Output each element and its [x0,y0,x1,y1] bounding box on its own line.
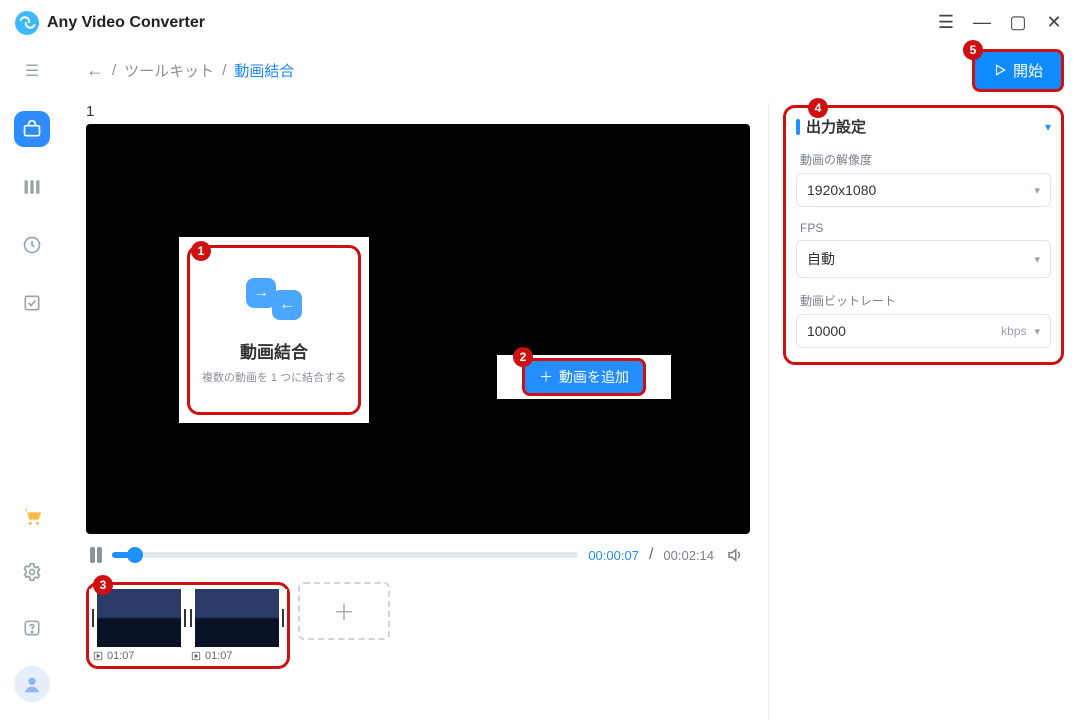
chevron-down-icon: ▾ [1034,184,1040,197]
clip-duration: 01:07 [107,650,135,662]
close-icon[interactable]: ✕ [1043,12,1065,34]
back-icon[interactable]: ← [86,60,104,81]
output-settings-title: 出力設定 [796,116,866,137]
cart-icon[interactable] [14,498,50,534]
chevron-down-icon: ▾ [1034,325,1040,338]
time-current: 00:00:07 [588,548,639,563]
video-preview: 1 → ← 動画結合 複数の動画を 1 つに結合する 2 [86,124,750,534]
pause-button[interactable] [90,547,102,563]
play-icon [993,63,1007,77]
clip-item[interactable]: 01:07 [93,589,185,662]
bitrate-dropdown[interactable]: 10000 kbps ▾ [796,314,1051,348]
app-logo-icon [15,11,39,35]
menu-icon[interactable]: ☰ [935,12,957,34]
annotation-badge-1: 1 [191,241,211,261]
player-controls: 00:00:07 / 00:02:14 [86,534,750,576]
clip-thumbnail[interactable] [191,589,283,647]
bitrate-label: 動画ビットレート [800,292,1051,309]
add-video-button[interactable]: 2 ＋ 動画を追加 [522,358,646,396]
collapse-icon[interactable]: ▾ [1045,120,1051,134]
breadcrumb-current: 動画結合 [234,60,294,81]
sidebar-item-history[interactable] [14,227,50,263]
fps-label: FPS [800,221,1051,235]
time-total: 00:02:14 [663,548,714,563]
help-icon[interactable] [14,610,50,646]
play-small-icon [93,651,103,661]
merge-icon: → ← [244,276,304,324]
breadcrumb: ← / ツールキット / 動画結合 [86,60,294,81]
hamburger-icon[interactable]: ☰ [14,53,50,89]
annotation-badge-2: 2 [513,347,533,367]
clip-group: 3 01:07 01:07 [86,582,290,669]
chevron-down-icon: ▾ [1034,253,1040,266]
resolution-label: 動画の解像度 [800,151,1051,168]
volume-icon[interactable] [724,544,746,566]
maximize-icon[interactable]: ▢ [1007,12,1029,34]
annotation-badge-4: 4 [808,98,828,118]
seek-slider[interactable] [112,552,578,558]
fps-dropdown[interactable]: 自動 ▾ [796,240,1051,278]
add-clip-tile[interactable]: ＋ [298,582,390,640]
start-button[interactable]: 5 開始 [972,49,1064,92]
sidebar-item-library[interactable] [14,169,50,205]
output-settings-panel: 4 出力設定 ▾ 動画の解像度 1920x1080 ▾ FPS [783,105,1064,365]
clip-duration: 01:07 [205,650,233,662]
play-small-icon [191,651,201,661]
breadcrumb-parent[interactable]: ツールキット [124,60,214,81]
resolution-dropdown[interactable]: 1920x1080 ▾ [796,173,1051,207]
sidebar-item-tasks[interactable] [14,285,50,321]
minimize-icon[interactable]: — [971,12,993,34]
annotation-badge-3: 3 [93,575,113,595]
annotation-badge-5: 5 [963,40,983,60]
clip-item[interactable]: 01:07 [191,589,283,662]
video-index-label: 1 [86,103,750,120]
sidebar-item-toolkit[interactable] [14,111,50,147]
settings-icon[interactable] [14,554,50,590]
add-video-wrap: 2 ＋ 動画を追加 [494,352,674,402]
clip-thumbnail[interactable] [93,589,185,647]
plus-icon: ＋ [539,367,553,387]
app-title: Any Video Converter [47,14,205,32]
titlebar: Any Video Converter ☰ — ▢ ✕ [0,0,1080,45]
feature-card-merge[interactable]: 1 → ← 動画結合 複数の動画を 1 つに結合する [176,234,372,426]
avatar-icon[interactable] [14,666,50,702]
sidebar: ☰ [0,45,64,720]
